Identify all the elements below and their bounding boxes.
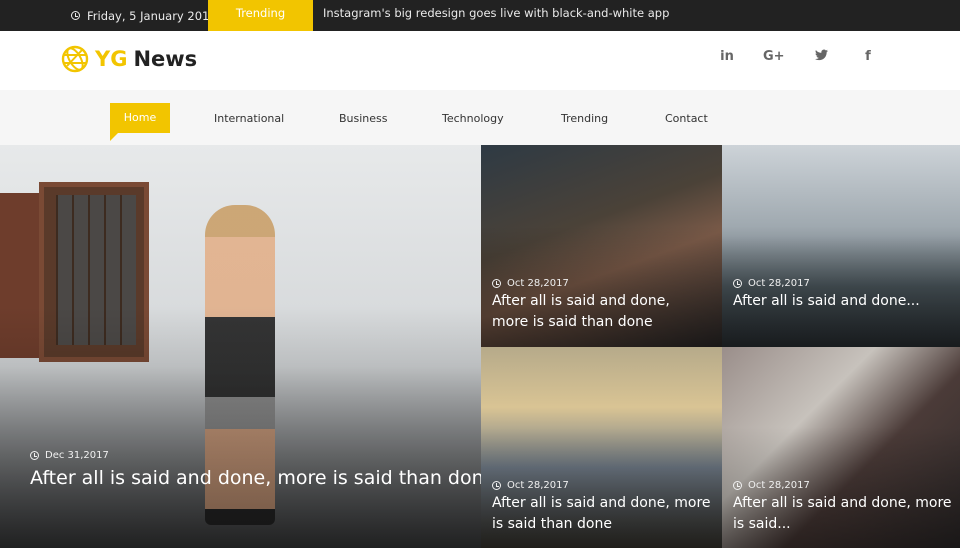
site-logo[interactable]: YG News (61, 45, 197, 73)
date-text: Friday, 5 January 2018 (87, 8, 217, 23)
post-date: Dec 31,2017 (30, 450, 109, 461)
nav-item-technology[interactable]: Technology (442, 112, 504, 125)
nav-item-home[interactable]: Home (110, 103, 170, 141)
post-date: Oct 28,2017 (733, 480, 810, 491)
nav-item-business[interactable]: Business (339, 112, 388, 125)
logo-accent: YG (95, 47, 128, 71)
post-card[interactable]: Oct 28,2017 After all is said and done..… (722, 145, 960, 347)
nav-item-international[interactable]: International (214, 112, 284, 125)
clock-icon (30, 451, 39, 460)
post-card[interactable]: Oct 28,2017 After all is said and done, … (722, 347, 960, 548)
site-header: YG News in G+ f (0, 31, 960, 90)
post-card[interactable]: Oct 28,2017 After all is said and done, … (481, 145, 722, 347)
featured-post[interactable]: Dec 31,2017 After all is said and done, … (0, 145, 481, 548)
clock-icon (733, 279, 742, 288)
clock-icon (492, 481, 501, 490)
post-date: Oct 28,2017 (492, 278, 569, 289)
post-title[interactable]: After all is said and done... (733, 291, 920, 312)
facebook-icon[interactable]: f (858, 49, 878, 64)
current-date: Friday, 5 January 2018 (71, 0, 217, 31)
globe-icon (61, 45, 89, 73)
clock-icon (492, 279, 501, 288)
trending-label: Trending (208, 0, 313, 45)
post-card[interactable]: Oct 28,2017 After all is said and done, … (481, 347, 722, 548)
post-title[interactable]: After all is said and done, more is said… (492, 291, 670, 333)
linkedin-icon[interactable]: in (717, 49, 737, 64)
trending-headline-link[interactable]: Instagram's big redesign goes live with … (323, 0, 669, 26)
clock-icon (71, 11, 80, 20)
post-title[interactable]: After all is said and done, more is said… (30, 465, 481, 491)
main-nav: Home International Business Technology T… (0, 90, 960, 145)
twitter-icon[interactable] (811, 49, 831, 65)
post-date: Oct 28,2017 (733, 278, 810, 289)
nav-item-contact[interactable]: Contact (665, 112, 708, 125)
post-title[interactable]: After all is said and done, more is said… (492, 493, 711, 535)
post-date: Oct 28,2017 (492, 480, 569, 491)
top-bar: Friday, 5 January 2018 Trending Instagra… (0, 0, 960, 45)
nav-item-trending[interactable]: Trending (561, 112, 608, 125)
post-title[interactable]: After all is said and done, more is said… (733, 493, 952, 535)
clock-icon (733, 481, 742, 490)
logo-text: News (133, 47, 198, 71)
google-plus-icon[interactable]: G+ (763, 49, 785, 64)
